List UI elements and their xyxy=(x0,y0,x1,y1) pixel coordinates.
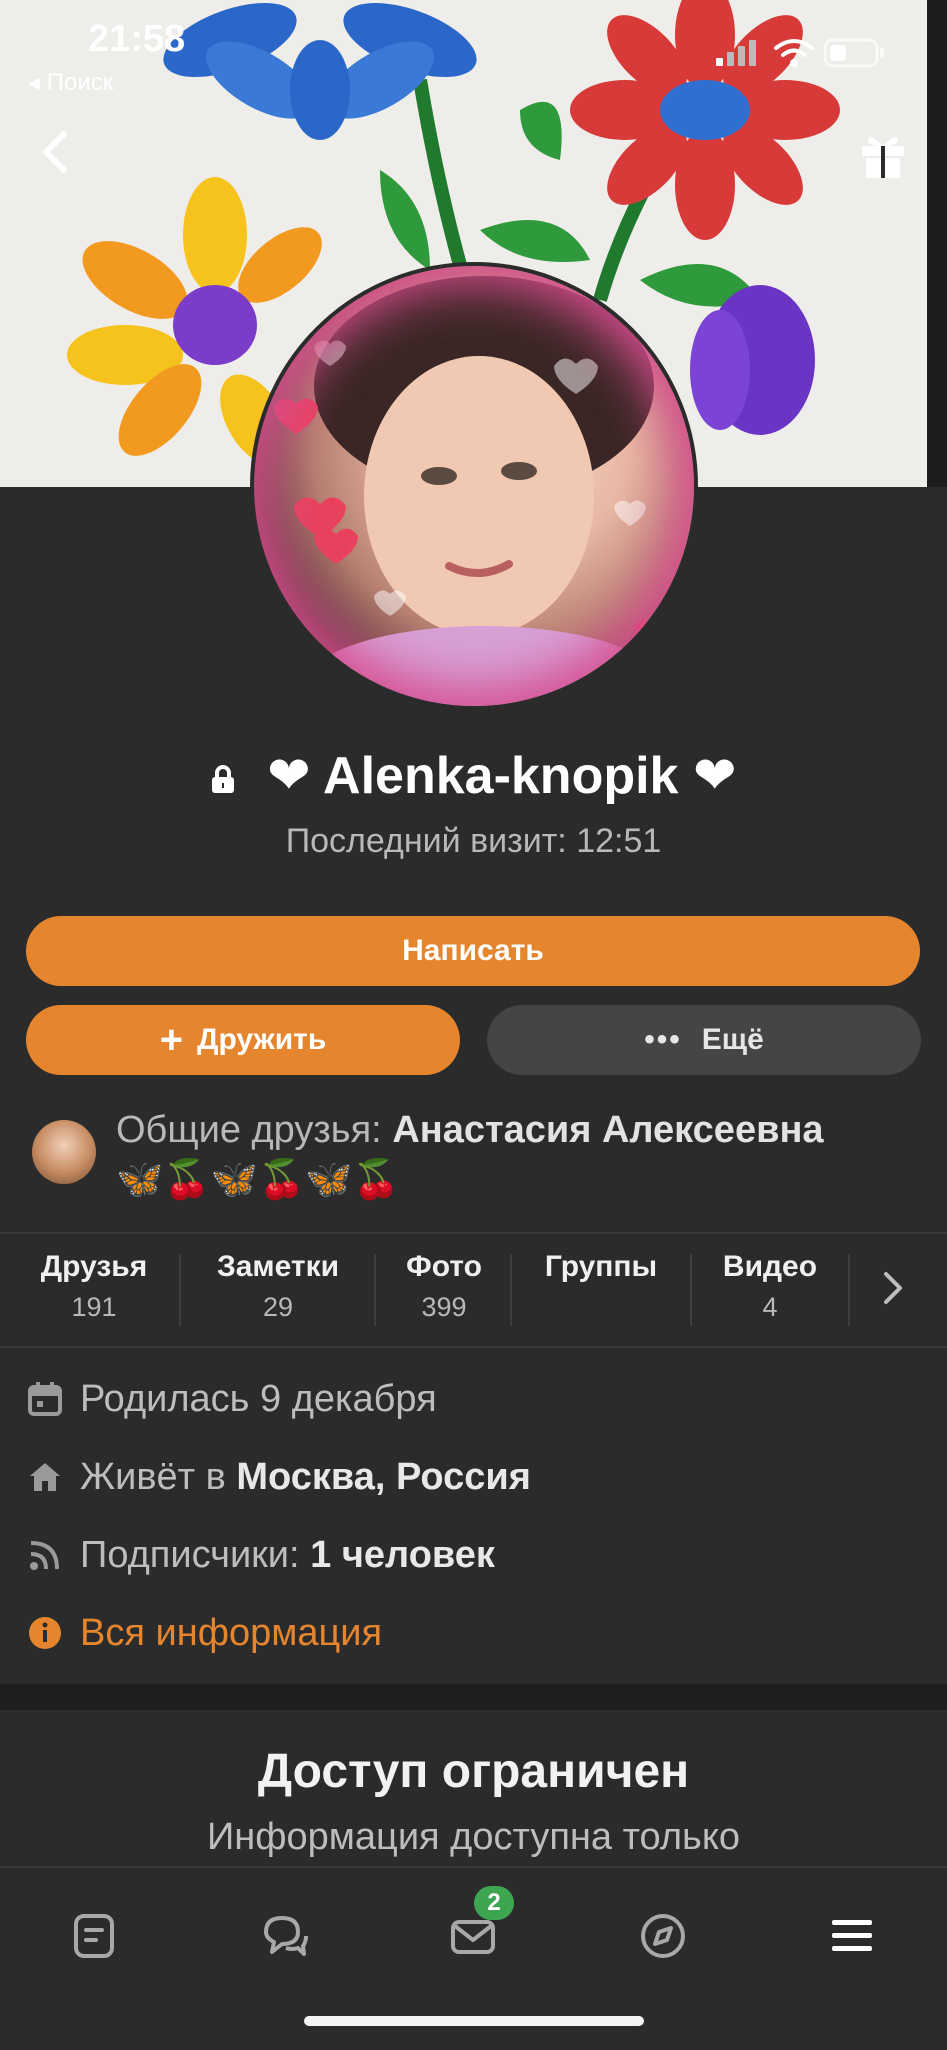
plus-icon: + xyxy=(159,1018,184,1062)
heart-icon-right: ❤︎ xyxy=(692,747,737,805)
all-info-link[interactable]: Вся информация xyxy=(80,1612,382,1655)
feed-icon[interactable] xyxy=(68,1910,120,1962)
menu-icon[interactable] xyxy=(826,1910,878,1962)
mutual-friend-emoji: 🦋🍒🦋🍒🦋🍒 xyxy=(116,1159,400,1201)
mutual-friend-avatar[interactable] xyxy=(32,1120,96,1184)
tab-videos-count: 4 xyxy=(762,1292,778,1322)
more-label: Ещё xyxy=(701,1023,764,1056)
last-visit: Последний визит: 12:51 xyxy=(285,822,662,860)
add-friend-label: Дружить xyxy=(197,1023,327,1056)
location-text: Живёт в Москва, Россия xyxy=(80,1456,531,1499)
tab-separator xyxy=(510,1254,512,1326)
tab-friends-count: 191 xyxy=(71,1292,117,1322)
tab-videos-title: Видео xyxy=(722,1250,818,1283)
birthday-text: Родилась 9 декабря xyxy=(80,1378,437,1420)
calendar-icon xyxy=(28,1382,62,1416)
mutual-friends-text: Общие друзья: Анастасия Алексеевна xyxy=(116,1104,824,1156)
mutual-friends-label: Общие друзья: xyxy=(116,1109,382,1151)
tab-photos-count: 399 xyxy=(421,1292,467,1322)
tab-videos[interactable]: Видео 4 xyxy=(704,1250,836,1323)
subscribers-count[interactable]: 1 человек xyxy=(310,1534,495,1576)
back-arrow-icon[interactable] xyxy=(36,130,76,174)
tab-separator xyxy=(179,1254,181,1326)
ellipsis-icon: ••• xyxy=(644,1023,682,1056)
home-indicator[interactable] xyxy=(304,2016,644,2026)
profile-name: Alenka-knopik xyxy=(323,747,679,805)
tab-photos[interactable]: Фото 399 xyxy=(388,1250,500,1323)
tab-separator xyxy=(374,1254,376,1326)
tab-friends[interactable]: Друзья 191 xyxy=(22,1250,166,1323)
tab-groups[interactable]: Группы xyxy=(526,1250,676,1292)
write-message-button[interactable]: Написать xyxy=(26,916,920,986)
gift-icon[interactable] xyxy=(858,130,908,180)
wifi-icon xyxy=(774,39,814,67)
heart-icon-left: ❤︎ xyxy=(266,747,311,805)
rss-icon xyxy=(30,1541,59,1570)
access-restricted-subtitle: Информация доступна только xyxy=(206,1816,741,1858)
access-restricted-title: Доступ ограничен xyxy=(257,1745,690,1798)
back-to-app-link[interactable]: ◂ Поиск xyxy=(28,68,113,97)
tab-notes-title: Заметки xyxy=(216,1250,340,1283)
profile-name-row: ❤︎ Alenka-knopik ❤︎ xyxy=(0,746,947,806)
add-friend-button[interactable]: + Дружить xyxy=(26,1005,460,1075)
profile-sections-tabs: Друзья 191 Заметки 29 Фото 399 Группы Ви… xyxy=(0,1234,947,1346)
status-bar: 21:58 ◂ Поиск xyxy=(0,0,947,100)
section-separator xyxy=(0,1684,947,1710)
subscribers-text: Подписчики: 1 человек xyxy=(80,1534,495,1577)
tab-separator xyxy=(690,1254,692,1326)
location-city[interactable]: Москва, Россия xyxy=(236,1456,531,1498)
tab-photos-title: Фото xyxy=(406,1250,482,1283)
divider xyxy=(0,1346,947,1348)
discussions-icon[interactable] xyxy=(258,1910,310,1962)
mutual-friend-name[interactable]: Анастасия Алексеевна xyxy=(392,1109,823,1151)
tab-separator xyxy=(848,1254,850,1326)
messages-badge: 2 xyxy=(474,1886,514,1920)
status-time: 21:58 xyxy=(88,18,186,60)
location-prefix: Живёт в xyxy=(80,1456,226,1498)
cellular-signal-icon xyxy=(716,40,756,66)
lock-icon xyxy=(212,765,235,794)
subscribers-prefix: Подписчики: xyxy=(80,1534,300,1576)
info-icon xyxy=(29,1617,61,1649)
tab-notes[interactable]: Заметки 29 xyxy=(196,1250,360,1323)
profile-avatar[interactable] xyxy=(250,262,698,710)
battery-icon xyxy=(824,38,884,68)
home-icon xyxy=(30,1463,60,1491)
tab-groups-title: Группы xyxy=(544,1250,658,1283)
tab-notes-count: 29 xyxy=(262,1292,294,1322)
chevron-right-icon[interactable] xyxy=(882,1270,904,1306)
avatar-frame xyxy=(254,266,694,706)
more-button[interactable]: ••• Ещё xyxy=(487,1005,921,1075)
tab-friends-title: Друзья xyxy=(40,1250,148,1283)
compass-icon[interactable] xyxy=(637,1910,689,1962)
